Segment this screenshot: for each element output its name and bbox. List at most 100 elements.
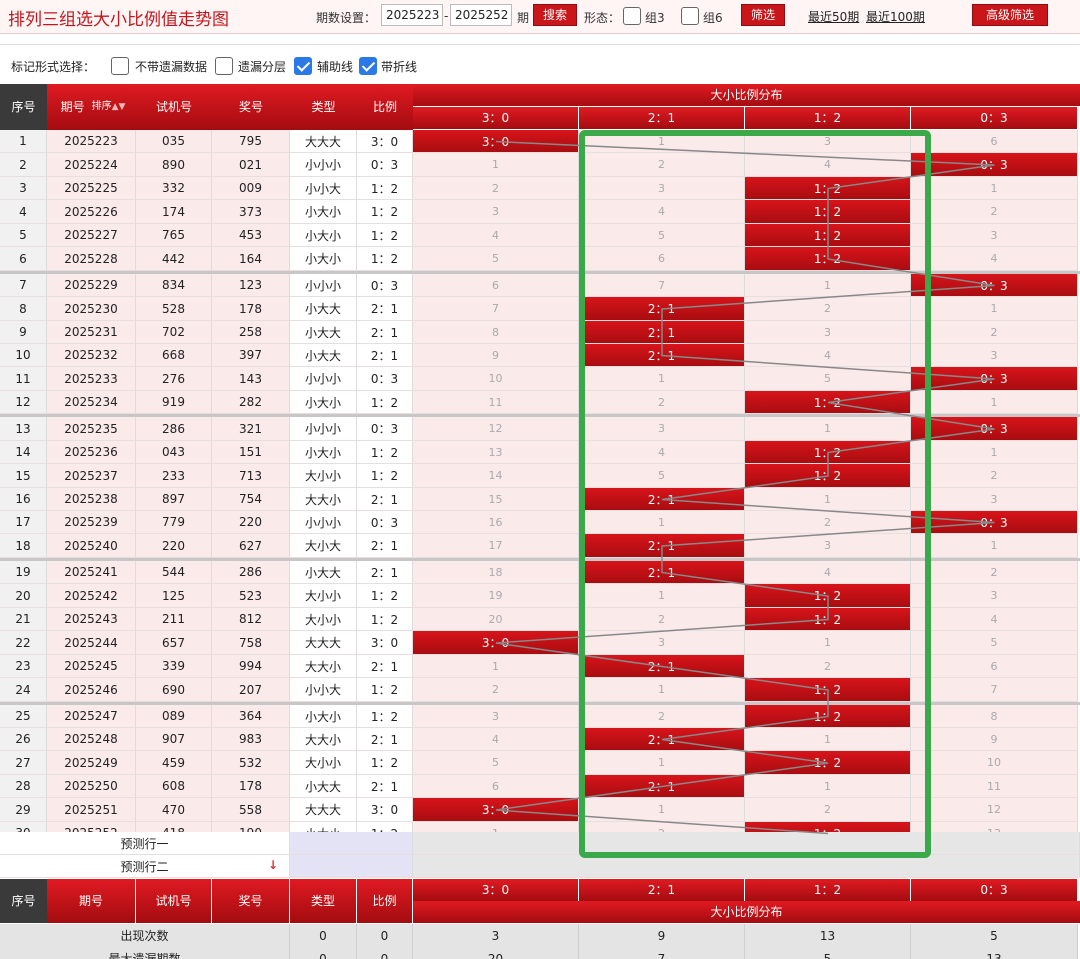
period-cell: 2025246 <box>47 678 136 702</box>
distribution-hit-cell: 1：2 <box>745 705 911 728</box>
distribution-hit-cell: 1：2 <box>745 678 911 702</box>
prize-number-cell: 453 <box>212 224 290 247</box>
omission-cell: 2 <box>745 297 911 321</box>
end-period-input[interactable] <box>450 4 512 26</box>
distribution-col-header: 0：3 <box>911 107 1077 129</box>
omission-cell: 1 <box>413 153 579 177</box>
guide-line-checkbox[interactable] <box>294 57 312 75</box>
seq-cell: 3 <box>0 177 47 200</box>
prize-number-cell: 009 <box>212 177 290 200</box>
trial-number-cell: 765 <box>136 224 212 247</box>
recent-100-link[interactable]: 最近100期 <box>866 8 925 25</box>
distribution-hit-cell: 1：2 <box>745 224 911 247</box>
prize-number-cell: 532 <box>212 751 290 775</box>
omission-cell: 5 <box>413 247 579 271</box>
distribution-hit-cell: 1：2 <box>745 608 911 631</box>
period-cell: 2025244 <box>47 631 136 655</box>
period-cell: 2025226 <box>47 200 136 224</box>
polyline-checkbox[interactable] <box>359 57 377 75</box>
seq-header: 序号 <box>0 84 47 130</box>
advanced-filter-button[interactable]: 高级筛选 <box>972 4 1048 26</box>
type-cell: 大小大 <box>290 534 357 558</box>
omission-cell: 1 <box>579 798 745 822</box>
type-cell: 小大小 <box>290 441 357 464</box>
prize-number-cell: 754 <box>212 488 290 511</box>
omission-cell: 1 <box>579 367 745 391</box>
footer-prize-number-header: 奖号 <box>212 879 289 923</box>
seq-cell: 12 <box>0 391 47 414</box>
omission-cell: 6 <box>911 130 1078 153</box>
period-dash: - <box>444 9 449 23</box>
omission-cell: 10 <box>911 751 1078 775</box>
down-arrow-icon[interactable]: ↓ <box>268 858 282 872</box>
stat-ratio: 0 <box>357 947 413 959</box>
period-cell: 2025242 <box>47 584 136 608</box>
prize-number-cell: 151 <box>212 441 290 464</box>
seq-cell: 19 <box>0 561 47 584</box>
omission-cell: 11 <box>911 775 1078 798</box>
ratio-cell: 1：2 <box>357 584 413 608</box>
recent-50-link[interactable]: 最近50期 <box>808 8 859 25</box>
prize-number-cell: 983 <box>212 728 290 751</box>
form-label: 形态： <box>584 11 621 25</box>
distribution-hit-cell: 2：1 <box>579 321 745 344</box>
omission-cell: 1 <box>745 488 911 511</box>
type-cell: 大大小 <box>290 655 357 678</box>
omission-cell: 7 <box>413 297 579 321</box>
ratio-cell: 2：1 <box>357 297 413 321</box>
omission-cell: 13 <box>413 441 579 464</box>
period-cell: 2025231 <box>47 321 136 344</box>
prize-number-cell: 758 <box>212 631 290 655</box>
period-cell: 2025245 <box>47 655 136 678</box>
omission-cell: 1 <box>579 584 745 608</box>
trial-number-cell: 035 <box>136 130 212 153</box>
trial-number-cell: 907 <box>136 728 212 751</box>
search-button[interactable]: 搜索 <box>533 4 577 26</box>
trial-number-cell: 339 <box>136 655 212 678</box>
omission-cell: 4 <box>579 200 745 224</box>
stat-value: 7 <box>579 947 745 959</box>
period-cell: 2025241 <box>47 561 136 584</box>
distribution-col-header: 3：0 <box>413 107 578 129</box>
prize-number-cell: 143 <box>212 367 290 391</box>
sort-button[interactable]: 排序 <box>92 100 112 114</box>
ratio-cell: 0：3 <box>357 153 413 177</box>
trial-number-cell: 211 <box>136 608 212 631</box>
trial-number-cell: 286 <box>136 417 212 441</box>
zu6-checkbox[interactable] <box>681 7 699 25</box>
omission-cell: 6 <box>911 655 1078 678</box>
type-cell: 小小小 <box>290 274 357 297</box>
start-period-input[interactable] <box>381 4 443 26</box>
ratio-cell: 3：0 <box>357 798 413 822</box>
period-cell: 2025243 <box>47 608 136 631</box>
type-cell: 小小小 <box>290 511 357 534</box>
period-cell: 2025230 <box>47 297 136 321</box>
filter-button[interactable]: 筛选 <box>741 4 785 26</box>
type-header: 类型 <box>290 84 357 130</box>
ratio-cell: 0：3 <box>357 511 413 534</box>
prize-number-cell: 164 <box>212 247 290 271</box>
ratio-cell: 2：1 <box>357 534 413 558</box>
omission-cell: 6 <box>413 274 579 297</box>
zu3-checkbox[interactable] <box>623 7 641 25</box>
stat-label: 出现次数 <box>0 924 290 947</box>
omission-cell: 1 <box>579 751 745 775</box>
seq-cell: 25 <box>0 705 47 728</box>
prize-number-cell: 558 <box>212 798 290 822</box>
seq-cell: 4 <box>0 200 47 224</box>
distribution-hit-cell: 0：3 <box>911 417 1078 441</box>
no-omission-checkbox[interactable] <box>111 57 129 75</box>
distribution-hit-cell: 2：1 <box>579 488 745 511</box>
omission-cell: 1 <box>745 274 911 297</box>
omission-cell: 2 <box>911 200 1078 224</box>
omission-cell: 4 <box>745 344 911 367</box>
period-cell: 2025224 <box>47 153 136 177</box>
mark-options-bar: 标记形式选择： 不带遗漏数据 遗漏分层 辅助线 带折线 <box>0 44 1080 82</box>
prize-number-cell: 220 <box>212 511 290 534</box>
omission-cell: 2 <box>745 798 911 822</box>
omission-cell: 2 <box>911 464 1078 488</box>
omission-layer-checkbox[interactable] <box>215 57 233 75</box>
period-cell: 2025248 <box>47 728 136 751</box>
period-header[interactable]: 期号 排序 ▲▼ <box>47 84 136 130</box>
omission-cell: 9 <box>413 344 579 367</box>
